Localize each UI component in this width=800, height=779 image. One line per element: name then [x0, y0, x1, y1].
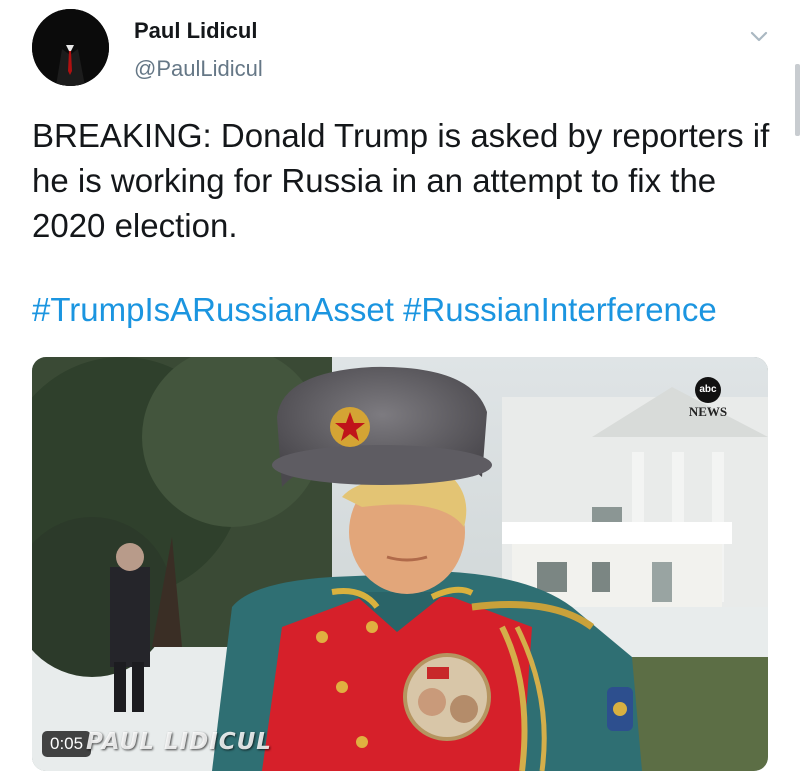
scrollbar-thumb[interactable] [795, 64, 800, 136]
user-handle[interactable]: @PaulLidicul [134, 56, 263, 82]
video-frame [32, 357, 768, 771]
avatar-image [32, 9, 109, 86]
tweet-text: BREAKING: Donald Trump is asked by repor… [32, 117, 770, 244]
hashtag-line: #TrumpIsARussianAsset #RussianInterferen… [32, 287, 782, 332]
avatar[interactable] [32, 9, 109, 86]
news-label: NEWS [688, 404, 728, 419]
chevron-down-icon[interactable] [746, 25, 772, 47]
network-logo: abc NEWS [684, 377, 732, 420]
video-watermark: PAUL LIDICUL [86, 729, 272, 755]
hashtag-link[interactable]: #TrumpIsARussianAsset [32, 291, 394, 328]
video-player[interactable]: abc NEWS 0:05 PAUL LIDICUL [32, 357, 768, 771]
hashtag-link[interactable]: #RussianInterference [403, 291, 717, 328]
abc-logo-icon: abc [695, 377, 721, 403]
display-name[interactable]: Paul Lidicul [134, 18, 257, 44]
video-duration-badge: 0:05 [42, 731, 92, 757]
